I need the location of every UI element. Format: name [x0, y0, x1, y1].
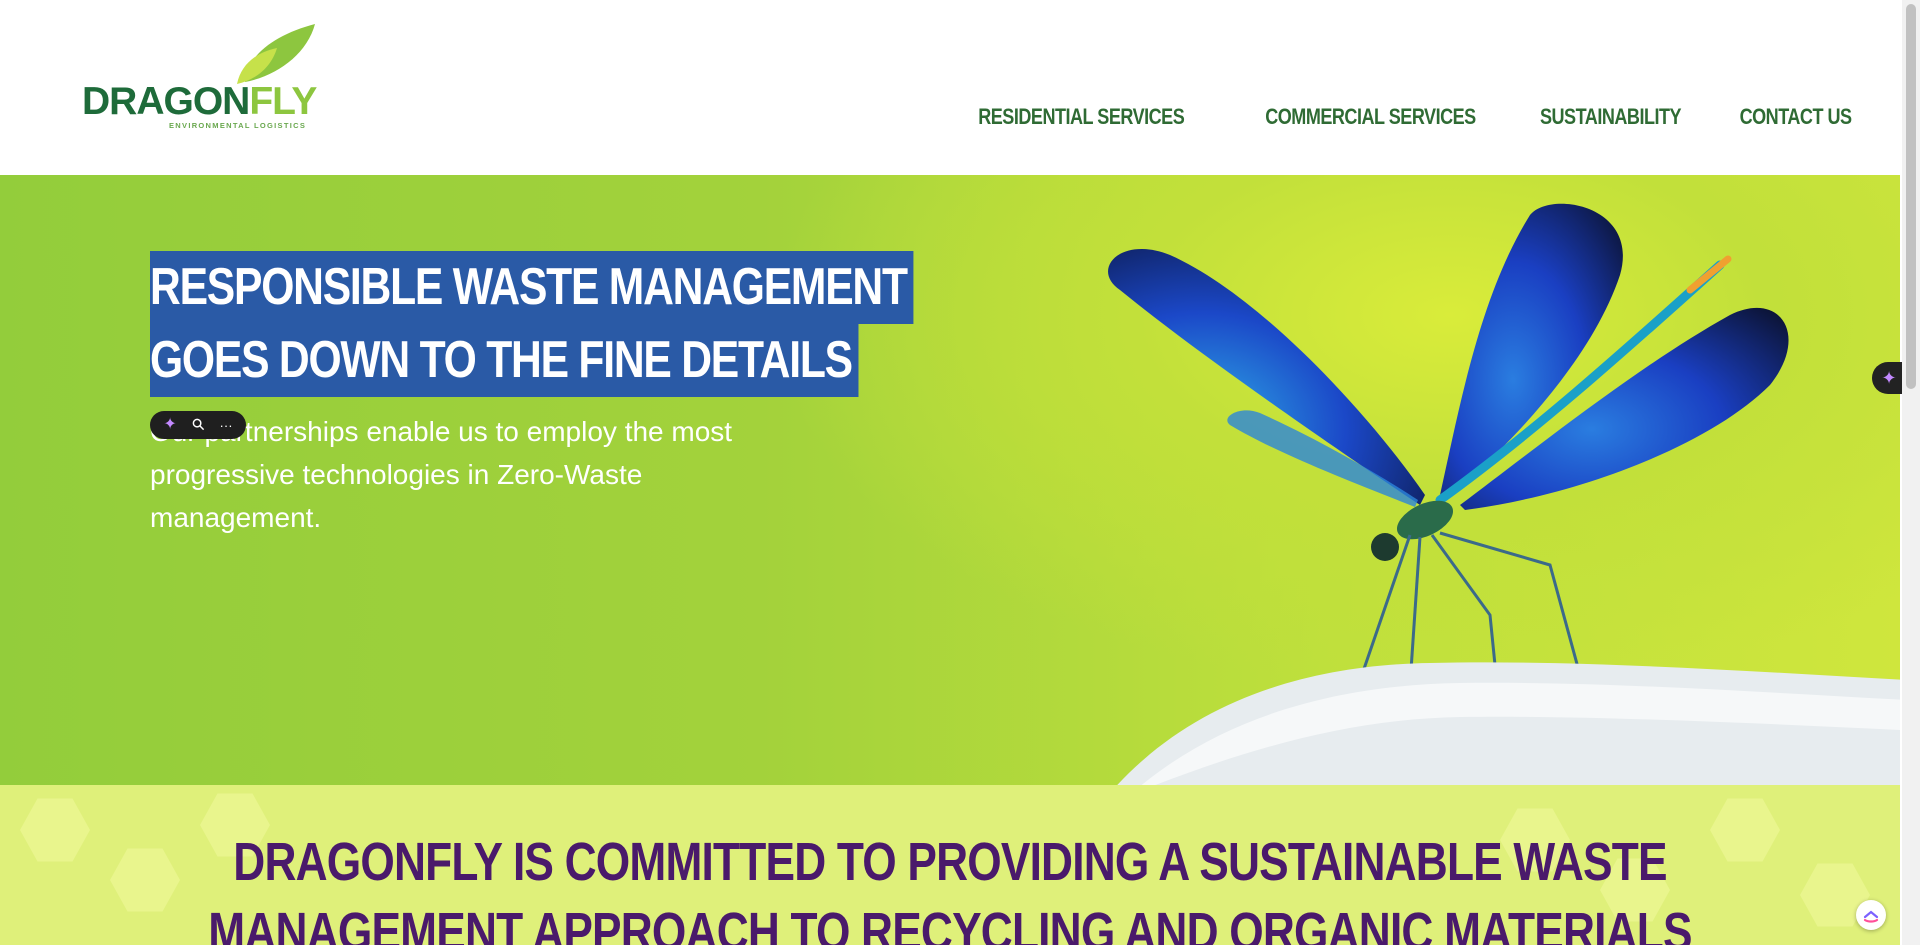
hero-title-line1: RESPONSIBLE WASTE MANAGEMENT: [150, 251, 914, 324]
hero-banner: RESPONSIBLE WASTE MANAGEMENT GOES DOWN T…: [0, 175, 1900, 785]
mission-section: DRAGONFLY IS COMMITTED TO PROVIDING A SU…: [0, 785, 1900, 945]
mission-heading-line2: MANAGEMENT APPROACH TO RECYCLING AND ORG…: [208, 902, 1692, 945]
hero-subtitle: Our partnerships enable us to employ the…: [150, 416, 733, 533]
nav-sustainability[interactable]: SUSTAINABILITY: [1509, 104, 1682, 130]
mission-heading-line1: DRAGONFLY IS COMMITTED TO PROVIDING A SU…: [233, 832, 1667, 892]
page-scrollbar[interactable]: [1902, 0, 1920, 945]
search-icon[interactable]: [192, 418, 205, 433]
nav-commercial-services[interactable]: COMMERCIAL SERVICES: [1219, 104, 1476, 130]
mission-heading: DRAGONFLY IS COMMITTED TO PROVIDING A SU…: [0, 827, 1900, 945]
dragonfly-logo[interactable]: DRAGONFLY ENVIRONMENTAL LOGISTICS: [82, 24, 322, 134]
site-header: DRAGONFLY ENVIRONMENTAL LOGISTICS RESIDE…: [0, 0, 1902, 175]
nav-contact-us[interactable]: CONTACT US: [1715, 104, 1852, 130]
chat-widget-button[interactable]: [1856, 900, 1886, 930]
main-nav: RESIDENTIAL SERVICES COMMERCIAL SERVICES…: [933, 104, 1853, 130]
scrollbar-thumb[interactable]: [1906, 4, 1916, 389]
text-selection-toolbar: ✦ ···: [150, 411, 246, 439]
rock-image: [1117, 662, 1900, 785]
ai-sparkle-icon[interactable]: ✦: [163, 417, 176, 433]
logo-tagline: ENVIRONMENTAL LOGISTICS: [169, 121, 307, 130]
logo-wordmark: DRAGONFLY: [82, 80, 317, 123]
more-options-icon[interactable]: ···: [220, 419, 233, 432]
hero-title-line2: GOES DOWN TO THE FINE DETAILS: [150, 324, 859, 397]
hero-title: RESPONSIBLE WASTE MANAGEMENT GOES DOWN T…: [150, 251, 1081, 397]
ai-assistant-sparkle-icon[interactable]: ✦: [1872, 362, 1906, 394]
chat-logo-icon: [1863, 910, 1879, 923]
nav-residential-services[interactable]: RESIDENTIAL SERVICES: [933, 104, 1186, 130]
leaf-logo-icon: [237, 24, 315, 84]
